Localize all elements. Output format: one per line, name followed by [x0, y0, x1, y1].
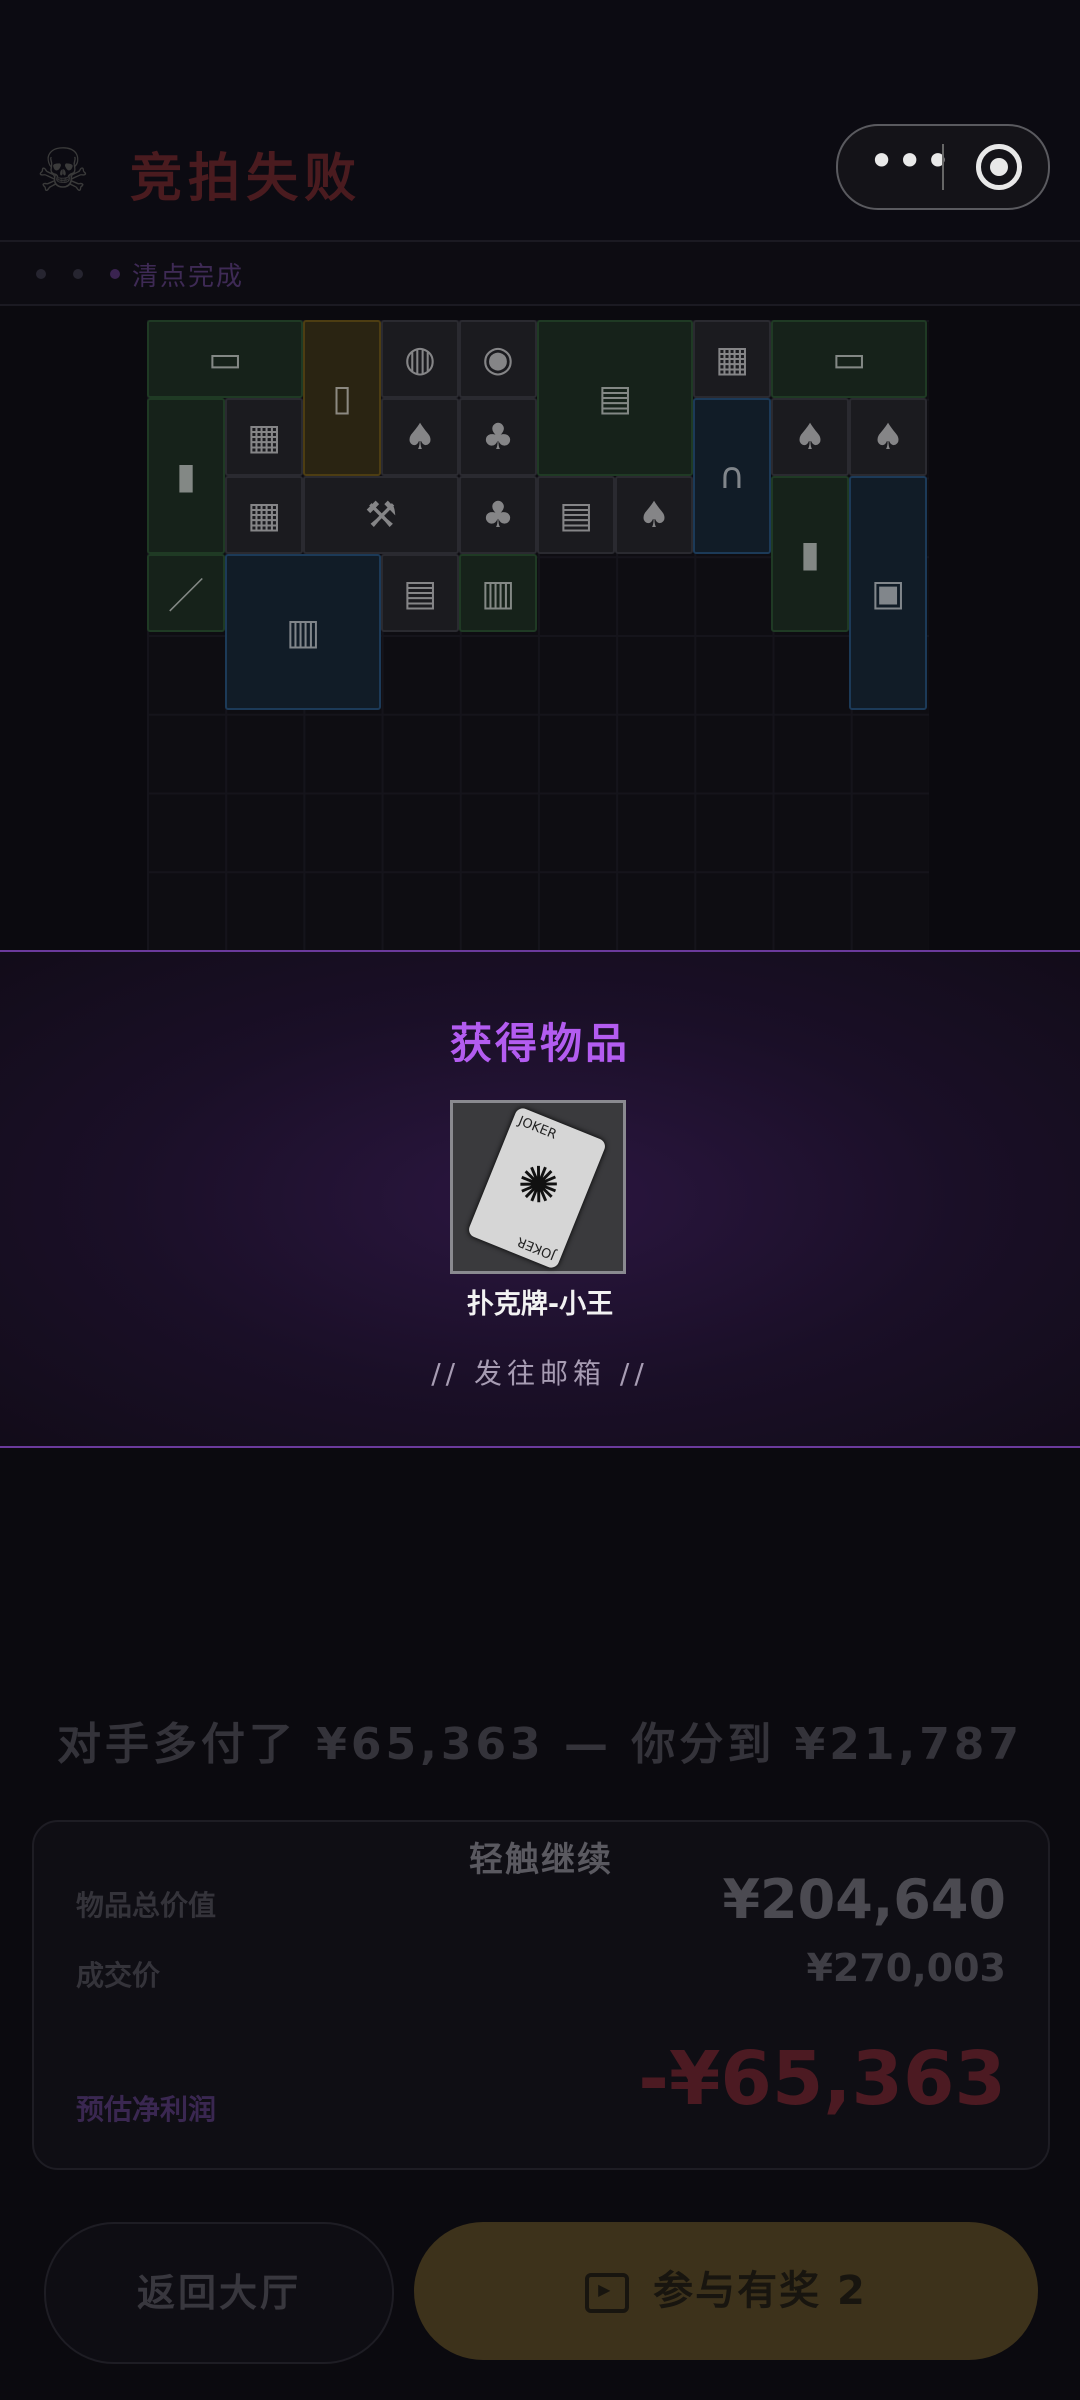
total-value: ¥204,640 [722, 1868, 1006, 1931]
back-to-lobby-button[interactable]: 返回大厅 [44, 2222, 394, 2364]
item-paper[interactable]: ▤ [537, 476, 615, 554]
page-title: 竞拍失败 [130, 149, 363, 209]
item-stethoscope[interactable]: ∩ [693, 398, 771, 554]
item-card-4[interactable]: ♠ [771, 398, 849, 476]
profit-value: -¥65,363 [638, 2036, 1006, 2122]
item-crate-2[interactable]: ▦ [225, 398, 303, 476]
progress-dot [73, 269, 84, 279]
item-pen[interactable]: ／ [147, 554, 225, 632]
reward-item-name: 扑克牌-小王 [466, 1289, 614, 1320]
mail-note: // 发往邮箱 // [431, 1357, 649, 1390]
total-value-label: 物品总价值 [76, 1889, 217, 1922]
item-documents[interactable]: ▤ [381, 554, 459, 632]
item-magazine[interactable]: ▥ [225, 554, 381, 710]
card-emblem-icon: ✺ [507, 1150, 569, 1220]
item-newspaper[interactable]: ▤ [537, 320, 693, 476]
item-card-7[interactable]: ♠ [615, 476, 693, 554]
summary-headline: 对手多付了 ¥65,363 — 你分到 ¥21,787 [56, 1719, 1024, 1770]
item-phone-booth[interactable]: ▮ [147, 398, 225, 554]
progress-dots [36, 264, 142, 283]
item-sack-2[interactable]: ▭ [771, 320, 927, 398]
profit-label: 预估净利润 [76, 2093, 217, 2126]
item-sack[interactable]: ▭ [147, 320, 303, 398]
status-label: 清点完成 [132, 262, 245, 292]
item-card-2[interactable]: ♠ [381, 398, 459, 476]
reward-title: 获得物品 [449, 1019, 630, 1068]
reward-panel[interactable]: 获得物品 JOKER ✺ JOKER 扑克牌-小王 // 发往邮箱 // [0, 950, 1080, 1448]
reward-item-image: JOKER ✺ JOKER [450, 1100, 626, 1274]
progress-dot-active [110, 269, 121, 279]
miniprogram-capsule[interactable]: ••• [836, 124, 1050, 210]
item-mouse[interactable]: ◍ [381, 320, 459, 398]
join-reward-button[interactable]: 参与有奖 2 [414, 2222, 1038, 2360]
item-crate[interactable]: ▦ [693, 320, 771, 398]
header: ☠ 竞拍失败 ••• [0, 0, 1080, 240]
item-tape[interactable]: ◉ [459, 320, 537, 398]
progress-dot [36, 269, 46, 279]
skull-icon: ☠ [36, 136, 90, 206]
deal-price: ¥270,003 [806, 1946, 1006, 1990]
item-crate-3[interactable]: ▦ [225, 476, 303, 554]
joker-card-icon: JOKER ✺ JOKER [466, 1106, 608, 1270]
item-card-3[interactable]: ♣ [459, 398, 537, 476]
target-icon[interactable] [976, 144, 1022, 190]
result-card[interactable]: 轻触继续 物品总价值 ¥204,640 成交价 ¥270,003 预估净利润 -… [32, 1820, 1050, 2170]
item-machine[interactable]: ▣ [849, 476, 927, 710]
item-card-6[interactable]: ♣ [459, 476, 537, 554]
join-reward-label: 参与有奖 2 [653, 2268, 867, 2314]
item-hammer[interactable]: ⚒ [303, 476, 459, 554]
calendar-play-icon [585, 2273, 630, 2313]
item-phone-booth-2[interactable]: ▮ [771, 476, 849, 632]
deal-price-label: 成交价 [76, 1959, 161, 1992]
card-text-bottom: JOKER [515, 1233, 558, 1263]
status-bar: 清点完成 [0, 240, 1080, 306]
card-text-top: JOKER [516, 1113, 559, 1143]
item-bottle[interactable]: ▥ [459, 554, 537, 632]
capsule-divider [942, 144, 944, 190]
item-card[interactable]: ▯ [303, 320, 381, 476]
item-card-5[interactable]: ♠ [849, 398, 927, 476]
more-dots-icon[interactable]: ••• [868, 138, 951, 190]
